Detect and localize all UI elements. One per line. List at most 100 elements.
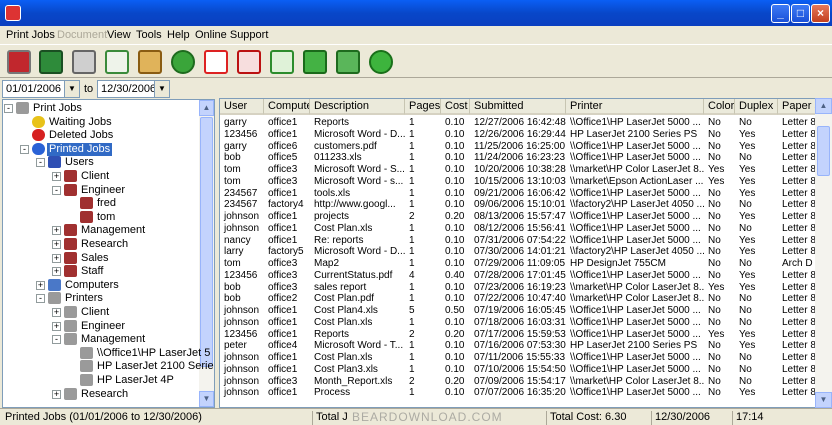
tree-node[interactable]: HP LaserJet 4P [3, 374, 199, 387]
table-scrollbar[interactable]: ▲ ▼ [815, 98, 832, 408]
table-row[interactable]: tom office3 Microsoft Word - S... 1 0.10 10/2… [220, 164, 816, 176]
collapse-icon[interactable]: - [4, 104, 13, 113]
table-row[interactable]: tom office3 Map2 1 0.10 07/29/2006 11:09:05 HP… [220, 258, 821, 270]
toolbar-properties-button[interactable] [134, 46, 165, 77]
table-row[interactable]: johnson office1 Process 1 0.10 07/07/2006 16:… [220, 387, 816, 399]
table-row[interactable]: nancy office1 Re: reports 1 0.10 07/31/2006 0… [220, 235, 816, 247]
expand-icon[interactable]: + [52, 240, 61, 249]
tree-node[interactable]: - Printed Jobs [3, 142, 199, 156]
tree-scroll-thumb[interactable] [200, 117, 213, 367]
toolbar-delete-document-button[interactable] [233, 46, 264, 77]
scroll-up-icon[interactable]: ▲ [815, 98, 832, 114]
collapse-icon[interactable]: - [20, 144, 29, 154]
tree-node[interactable]: \\Office1\HP LaserJet 5 [3, 346, 210, 360]
tree-node[interactable]: + Client [3, 170, 199, 183]
table-row[interactable]: johnson office1 projects 2 0.20 08/13/2006 15… [220, 211, 816, 223]
menu-help[interactable]: Help [167, 28, 190, 42]
column-header-description[interactable]: Description [310, 99, 405, 115]
expand-icon[interactable]: + [52, 172, 61, 181]
table-row[interactable]: johnson office3 Month_Report.xls 2 0.20 07/09… [220, 376, 816, 388]
menu-document[interactable]: Document [57, 28, 107, 42]
tree-node[interactable]: + Engineer [3, 319, 199, 333]
toolbar-document-button[interactable] [101, 46, 132, 77]
toolbar-delete-button[interactable] [200, 46, 231, 77]
toolbar-save-button[interactable] [35, 46, 66, 77]
tree-node[interactable]: + Management [3, 224, 199, 237]
tree-node[interactable]: Waiting Jobs [3, 115, 199, 129]
table-row[interactable]: 123456 office1 Microsoft Word - D... 1 0.10 1… [220, 129, 816, 141]
table-row[interactable]: johnson office1 Cost Plan3.xls 1 0.10 07/10/2… [220, 364, 816, 376]
scroll-down-icon[interactable]: ▼ [815, 392, 832, 408]
chevron-down-icon[interactable]: ▼ [154, 81, 169, 97]
table-row[interactable]: 123456 office1 Reports 2 0.20 07/17/2006 15:5… [220, 329, 816, 341]
menu-view[interactable]: View [107, 28, 131, 42]
column-header-cost[interactable]: Cost [441, 99, 470, 115]
menu-tools[interactable]: Tools [136, 28, 162, 42]
expand-icon[interactable]: + [36, 280, 45, 290]
table-scroll-thumb[interactable] [817, 126, 830, 176]
toolbar-pause-button[interactable] [266, 46, 297, 77]
table-row[interactable]: garry office1 Reports 1 0.10 12/27/2006 16:42… [220, 117, 816, 129]
tree-node[interactable]: tom [3, 210, 199, 224]
tree-node[interactable]: HP LaserJet 2100 Series [3, 360, 214, 373]
expand-icon[interactable]: + [52, 321, 61, 331]
menu-print-jobs[interactable]: Print Jobs [6, 28, 55, 42]
table-row[interactable]: johnson office1 Cost Plan.xls 1 0.10 07/18/20… [220, 317, 816, 329]
table-row[interactable]: johnson office1 Cost Plan4.xls 5 0.50 07/19/2… [220, 305, 816, 317]
to-date-picker[interactable]: 12/30/2006 ▼ [97, 80, 170, 98]
table-row[interactable]: bob office5 011233.xls 1 0.10 11/24/2006 16:2… [220, 152, 816, 164]
table-row[interactable]: johnson office1 Cost Plan.xls 1 0.10 08/12/20… [220, 223, 816, 235]
table-row[interactable]: tom office3 Microsoft Word - s... 1 0.10 10/1… [220, 176, 816, 188]
tree-node[interactable]: - Engineer [3, 183, 199, 197]
scroll-up-icon[interactable]: ▲ [199, 100, 214, 116]
tree-node[interactable]: - Print Jobs [3, 102, 199, 115]
expand-icon[interactable]: + [52, 389, 61, 399]
collapse-icon[interactable]: - [52, 335, 61, 345]
column-header-pages[interactable]: Pages [405, 99, 441, 115]
expand-icon[interactable]: + [52, 308, 61, 317]
from-date-picker[interactable]: 01/01/2006 ▼ [2, 80, 80, 98]
tree-node[interactable]: - Users [3, 156, 199, 169]
toolbar-resume-button[interactable] [332, 46, 363, 77]
expand-icon[interactable]: + [52, 226, 61, 236]
toolbar-print-button[interactable] [68, 46, 99, 77]
tree-node[interactable]: fred [3, 197, 199, 210]
tree-node[interactable]: + Sales [3, 251, 199, 265]
navigation-tree[interactable]: ▲ ▼ - Print Jobs Waiting Jobs Deleted Jobs -… [2, 99, 215, 408]
column-header-color[interactable]: Color [704, 99, 735, 115]
tree-node[interactable]: Deleted Jobs [3, 129, 199, 142]
collapse-icon[interactable]: - [52, 185, 61, 195]
app-icon[interactable] [5, 5, 21, 21]
close-button[interactable]: × [811, 4, 830, 23]
table-row[interactable]: larry factory5 Microsoft Word - D... 1 0.10 0… [220, 246, 816, 258]
menu-online-support[interactable]: Online Support [195, 28, 268, 42]
expand-icon[interactable]: + [52, 267, 61, 277]
column-header-computer[interactable]: Computer [264, 99, 310, 115]
table-row[interactable]: garry office6 customers.pdf 1 0.10 11/25/2006… [220, 141, 816, 153]
table-row[interactable]: 123456 office3 CurrentStatus.pdf 4 0.40 07/28… [220, 270, 816, 282]
toolbar-refresh-button[interactable] [167, 46, 198, 77]
column-header-submitted[interactable]: Submitted [470, 99, 566, 115]
table-row[interactable]: peter office4 Microsoft Word - T... 1 0.10 07… [220, 340, 816, 352]
tree-node[interactable]: - Management [3, 333, 199, 346]
chevron-down-icon[interactable]: ▼ [64, 81, 79, 97]
expand-icon[interactable]: + [52, 253, 61, 263]
table-row[interactable]: bob office2 Cost Plan.pdf 1 0.10 07/22/2006 1… [220, 293, 816, 305]
tree-node[interactable]: + Research [3, 238, 199, 251]
collapse-icon[interactable]: - [36, 294, 45, 304]
table-row[interactable]: johnson office1 Cost Plan.xls 1 0.10 07/11/20… [220, 352, 816, 364]
tree-node[interactable]: + Research [3, 387, 199, 401]
collapse-icon[interactable]: - [36, 158, 45, 168]
table-row[interactable]: bob office3 sales report 1 0.10 07/23/2006 16… [220, 282, 816, 294]
maximize-button[interactable]: □ [791, 4, 810, 23]
tree-node[interactable]: + Computers [3, 278, 199, 292]
minimize-button[interactable]: _ [771, 4, 790, 23]
column-header-duplex[interactable]: Duplex [735, 99, 778, 115]
toolbar-help-button[interactable] [365, 46, 396, 77]
table-row[interactable]: 234567 factory4 http://www.googl... 1 0.10 09… [220, 199, 816, 211]
column-header-printer[interactable]: Printer [566, 99, 704, 115]
column-header-user[interactable]: User [220, 99, 264, 115]
tree-node[interactable]: + Staff [3, 265, 199, 278]
table-row[interactable]: 234567 office1 tools.xls 1 0.10 09/21/2006 16… [220, 188, 816, 200]
toolbar-move-down-button[interactable] [299, 46, 330, 77]
